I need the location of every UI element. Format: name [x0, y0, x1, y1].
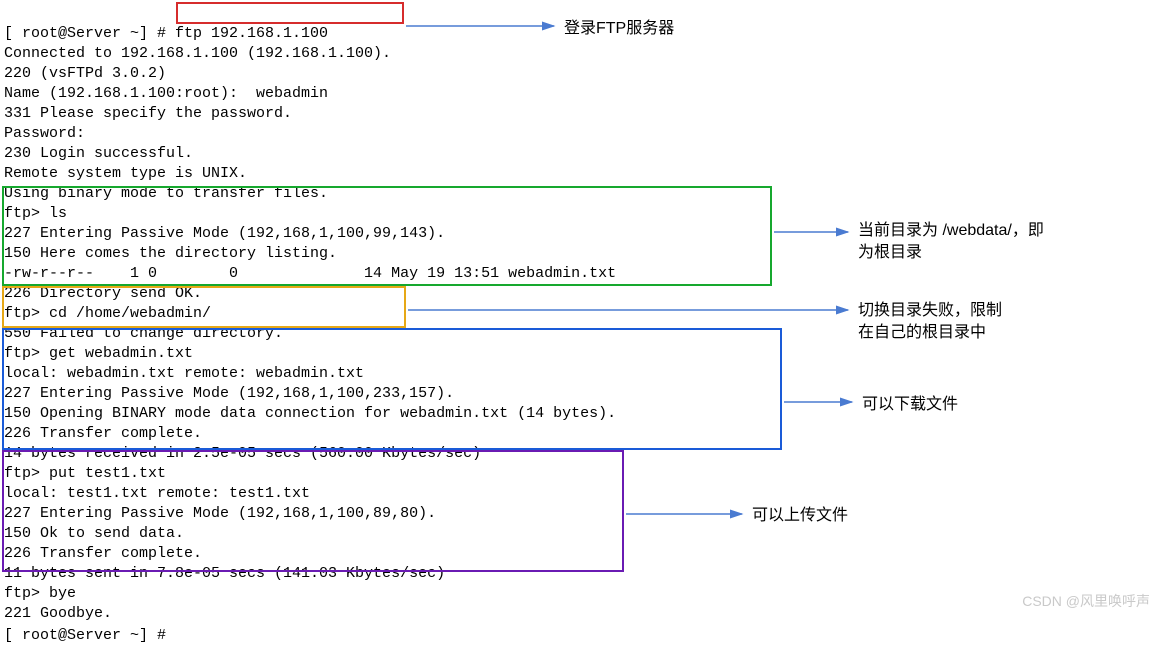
annotation-login: 登录FTP服务器: [564, 18, 674, 40]
term-line: 230 Login successful.: [4, 145, 193, 162]
term-line: ftp> bye: [4, 585, 76, 602]
term-line: ftp> ls: [4, 205, 67, 222]
term-line: 150 Ok to send data.: [4, 525, 184, 542]
term-line: 227 Entering Passive Mode (192,168,1,100…: [4, 225, 445, 242]
terminal-output: [ root@Server ~] # ftp 192.168.1.100 Con…: [4, 4, 804, 646]
term-line: 226 Directory send OK.: [4, 285, 202, 302]
watermark: CSDN @风里唤呼声: [1022, 591, 1150, 611]
term-line: local: test1.txt remote: test1.txt: [4, 485, 310, 502]
prompt-line-1: [ root@Server ~] # ftp 192.168.1.100: [4, 25, 328, 42]
term-line: 150 Here comes the directory listing.: [4, 245, 337, 262]
term-line: Connected to 192.168.1.100 (192.168.1.10…: [4, 45, 391, 62]
term-line: 11 bytes sent in 7.8e-05 secs (141.03 Kb…: [4, 565, 445, 582]
term-line: 226 Transfer complete.: [4, 425, 202, 442]
annotation-put: 可以上传文件: [752, 505, 848, 527]
term-line: 150 Opening BINARY mode data connection …: [4, 405, 616, 422]
annotation-cd: 切换目录失败，限制在自己的根目录中: [858, 300, 1002, 344]
term-line: 227 Entering Passive Mode (192,168,1,100…: [4, 505, 436, 522]
annotation-ls: 当前目录为 /webdata/，即为根目录: [858, 220, 1044, 264]
term-line: local: webadmin.txt remote: webadmin.txt: [4, 365, 364, 382]
term-line: 226 Transfer complete.: [4, 545, 202, 562]
term-line: ftp> cd /home/webadmin/: [4, 305, 211, 322]
term-line: 14 bytes received in 2.5e-05 secs (560.0…: [4, 445, 481, 462]
term-line: 220 (vsFTPd 3.0.2): [4, 65, 166, 82]
term-line: ftp> put test1.txt: [4, 465, 166, 482]
term-line: 550 Failed to change directory.: [4, 325, 283, 342]
term-line: Name (192.168.1.100:root): webadmin: [4, 85, 328, 102]
term-line: ftp> get webadmin.txt: [4, 345, 193, 362]
term-line: 331 Please specify the password.: [4, 105, 292, 122]
term-line: 227 Entering Passive Mode (192,168,1,100…: [4, 385, 454, 402]
term-line: Password:: [4, 125, 85, 142]
annotation-get: 可以下载文件: [862, 394, 958, 416]
term-line: Remote system type is UNIX.: [4, 165, 247, 182]
prompt-line-final: [ root@Server ~] #: [4, 627, 175, 644]
term-line: 221 Goodbye.: [4, 605, 112, 622]
term-line: -rw-r--r-- 1 0 0 14 May 19 13:51 webadmi…: [4, 265, 616, 282]
term-line: Using binary mode to transfer files.: [4, 185, 328, 202]
